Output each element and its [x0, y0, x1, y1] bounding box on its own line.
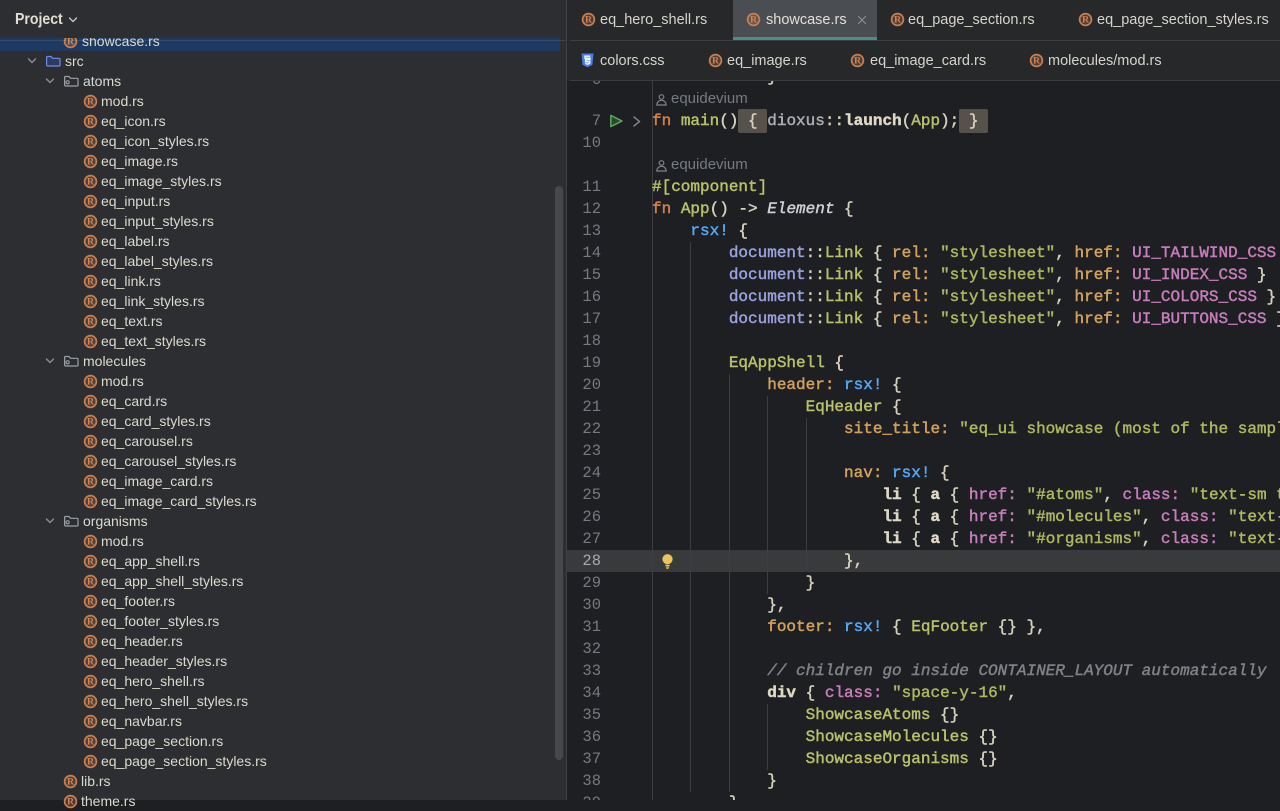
svg-text:R: R	[87, 757, 95, 768]
svg-text:R: R	[87, 237, 95, 248]
svg-text:R: R	[87, 537, 95, 548]
svg-text:R: R	[87, 717, 95, 728]
svg-text:R: R	[87, 497, 95, 508]
svg-text:R: R	[87, 457, 95, 468]
svg-text:R: R	[87, 377, 95, 388]
svg-text:R: R	[87, 97, 95, 108]
svg-text:R: R	[87, 477, 95, 488]
svg-text:R: R	[87, 437, 95, 448]
svg-text:R: R	[87, 677, 95, 688]
svg-text:R: R	[87, 337, 95, 348]
svg-text:R: R	[87, 117, 95, 128]
svg-text:R: R	[87, 697, 95, 708]
svg-text:R: R	[67, 37, 75, 48]
svg-text:R: R	[87, 277, 95, 288]
svg-text:R: R	[87, 397, 95, 408]
svg-text:R: R	[67, 797, 75, 808]
svg-text:R: R	[87, 737, 95, 748]
svg-text:R: R	[87, 597, 95, 608]
svg-text:R: R	[712, 56, 720, 67]
svg-text:R: R	[750, 15, 758, 26]
svg-text:R: R	[87, 617, 95, 628]
svg-text:R: R	[87, 297, 95, 308]
svg-text:R: R	[585, 15, 593, 26]
svg-text:R: R	[87, 417, 95, 428]
svg-text:R: R	[67, 777, 75, 788]
svg-text:R: R	[87, 577, 95, 588]
svg-text:R: R	[1082, 15, 1090, 26]
svg-text:R: R	[87, 157, 95, 168]
svg-text:R: R	[1033, 56, 1041, 67]
svg-text:R: R	[87, 197, 95, 208]
svg-text:R: R	[87, 317, 95, 328]
svg-text:R: R	[87, 137, 95, 148]
svg-text:R: R	[854, 56, 862, 67]
svg-text:R: R	[87, 557, 95, 568]
svg-text:R: R	[894, 15, 902, 26]
svg-text:R: R	[87, 257, 95, 268]
svg-text:R: R	[87, 217, 95, 228]
svg-text:R: R	[87, 637, 95, 648]
svg-text:R: R	[87, 177, 95, 188]
svg-text:R: R	[87, 657, 95, 668]
